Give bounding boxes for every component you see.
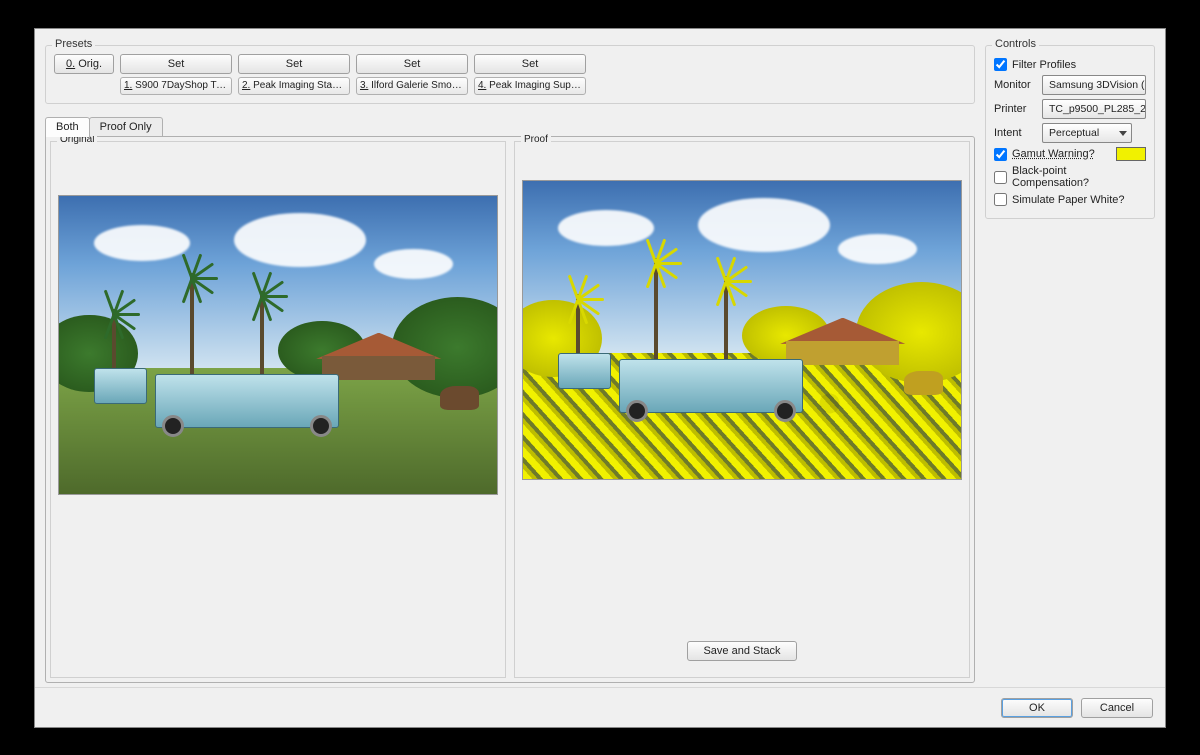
black-point-row[interactable]: Black-point Compensation?: [994, 165, 1146, 189]
original-panel: Original: [50, 141, 506, 678]
preset-col-4: Set 4. Peak Imaging Super High Glo: [474, 54, 586, 95]
printer-row: Printer TC_p9500_PL285_2880_2: [994, 99, 1146, 119]
monitor-value: Samsung 3DVision (Spyder: [1049, 79, 1146, 91]
filter-profiles-checkbox-row[interactable]: Filter Profiles: [994, 58, 1146, 71]
preset-name-button[interactable]: 2. Peak Imaging Standard: [238, 77, 350, 95]
gamut-warning-color-swatch[interactable]: [1116, 147, 1146, 161]
controls-column: Controls Filter Profiles Monitor Samsung…: [985, 39, 1155, 683]
preset-name-button[interactable]: 3. Ilford Galerie Smooth Gloss: [356, 77, 468, 95]
tab-strip: Both Proof Only: [45, 114, 975, 136]
original-image-holder: [57, 148, 499, 541]
filter-profiles-checkbox[interactable]: [994, 58, 1007, 71]
preset-orig-col: 0. Orig.: [54, 54, 114, 95]
presets-title: Presets: [52, 38, 95, 50]
black-point-checkbox[interactable]: [994, 171, 1007, 184]
original-image: [58, 195, 498, 495]
black-point-label: Black-point Compensation?: [1012, 165, 1146, 189]
preset-col-3: Set 3. Ilford Galerie Smooth Gloss: [356, 54, 468, 95]
presets-row: 0. Orig. Set 1. S900 7DayShop Type 41 Se…: [54, 54, 966, 95]
tab-body: Original: [45, 136, 975, 683]
filter-profiles-label: Filter Profiles: [1012, 59, 1076, 71]
preset-name-button[interactable]: 1. S900 7DayShop Type 41: [120, 77, 232, 95]
preset-set-button[interactable]: Set: [238, 54, 350, 74]
tabs-area: Both Proof Only Original: [45, 114, 975, 683]
soft-proof-dialog: Presets 0. Orig. Set 1. S900 7DayShop Ty…: [34, 28, 1166, 728]
presets-group: Presets 0. Orig. Set 1. S900 7DayShop Ty…: [45, 45, 975, 104]
preset-col-1: Set 1. S900 7DayShop Type 41: [120, 54, 232, 95]
paper-white-checkbox[interactable]: [994, 193, 1007, 206]
save-and-stack-button[interactable]: Save and Stack: [687, 641, 797, 661]
intent-row: Intent Perceptual: [994, 123, 1146, 143]
preset-set-button[interactable]: Set: [120, 54, 232, 74]
tab-proof-only[interactable]: Proof Only: [89, 117, 163, 136]
paper-white-row[interactable]: Simulate Paper White?: [994, 193, 1146, 206]
proof-image: [522, 180, 962, 480]
printer-label: Printer: [994, 103, 1036, 115]
chevron-down-icon: [1119, 131, 1127, 136]
monitor-dropdown[interactable]: Samsung 3DVision (Spyder: [1042, 75, 1146, 95]
dialog-footer: OK Cancel: [35, 687, 1165, 727]
left-column: Presets 0. Orig. Set 1. S900 7DayShop Ty…: [45, 39, 975, 683]
preset-set-button[interactable]: Set: [474, 54, 586, 74]
preset-orig-button[interactable]: 0. Orig.: [54, 54, 114, 74]
gamut-warning-row[interactable]: Gamut Warning?: [994, 147, 1146, 161]
controls-title: Controls: [992, 38, 1039, 50]
preset-col-2: Set 2. Peak Imaging Standard: [238, 54, 350, 95]
gamut-warning-checkbox[interactable]: [994, 148, 1007, 161]
intent-dropdown[interactable]: Perceptual: [1042, 123, 1132, 143]
monitor-row: Monitor Samsung 3DVision (Spyder: [994, 75, 1146, 95]
paper-white-label: Simulate Paper White?: [1012, 194, 1125, 206]
preset-set-button[interactable]: Set: [356, 54, 468, 74]
ok-button[interactable]: OK: [1001, 698, 1073, 718]
printer-value: TC_p9500_PL285_2880_2: [1049, 103, 1146, 115]
proof-image-holder: [521, 148, 963, 511]
gamut-warning-label: Gamut Warning?: [1012, 148, 1095, 160]
proof-panel: Proof: [514, 141, 970, 678]
controls-group: Controls Filter Profiles Monitor Samsung…: [985, 45, 1155, 219]
dialog-body: Presets 0. Orig. Set 1. S900 7DayShop Ty…: [35, 29, 1165, 687]
printer-dropdown[interactable]: TC_p9500_PL285_2880_2: [1042, 99, 1146, 119]
monitor-label: Monitor: [994, 79, 1036, 91]
intent-label: Intent: [994, 127, 1036, 139]
preset-name-button[interactable]: 4. Peak Imaging Super High Glo: [474, 77, 586, 95]
cancel-button[interactable]: Cancel: [1081, 698, 1153, 718]
intent-value: Perceptual: [1049, 127, 1099, 139]
tab-both[interactable]: Both: [45, 117, 90, 137]
